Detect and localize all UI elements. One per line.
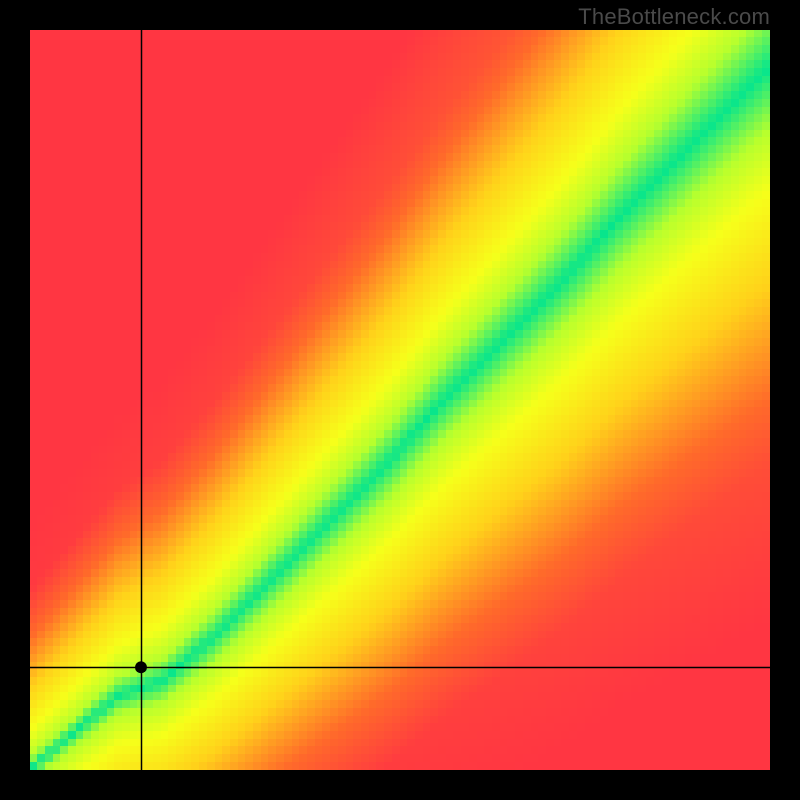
attribution-label: TheBottleneck.com	[578, 4, 770, 30]
bottleneck-heatmap	[30, 30, 770, 770]
chart-frame: TheBottleneck.com	[0, 0, 800, 800]
